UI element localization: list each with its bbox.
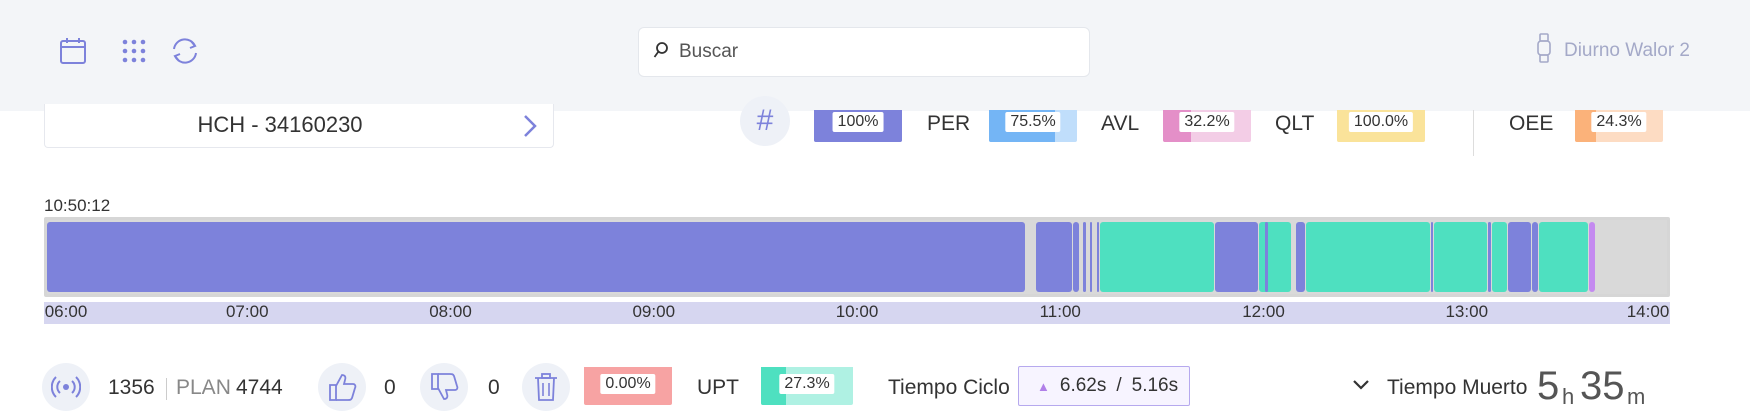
produced-count: 1356 — [108, 376, 155, 399]
dead-time-label: Tiempo Muerto — [1387, 376, 1528, 399]
plan-count: 4744 — [236, 376, 283, 399]
metric-label-per: PER — [927, 112, 971, 135]
timeline-start-time: 10:50:12 — [44, 196, 111, 215]
timeline-segment-run[interactable] — [1265, 222, 1268, 292]
dead-time-hours-unit: h — [1562, 384, 1575, 409]
timeline-segment-idle[interactable] — [1258, 222, 1292, 292]
metric-label-qlt: QLT — [1275, 112, 1315, 135]
timeline-segment-run[interactable] — [1035, 222, 1072, 292]
user-menu[interactable]: Diurno Walor 2 — [1536, 33, 1690, 69]
metric-pill-qlt: 100.0% — [1337, 110, 1425, 142]
metric-value: 32.2% — [1179, 112, 1235, 132]
metric-value: 75.5% — [1005, 112, 1061, 132]
timeline-tick-label: 11:00 — [1039, 302, 1081, 321]
timeline-segment-idle[interactable] — [1434, 222, 1488, 292]
dead-time-hours: 5 — [1537, 364, 1560, 408]
machine-name: HCH - 34160230 — [197, 112, 363, 137]
cycle-time-label: Tiempo Ciclo — [888, 376, 1010, 399]
timeline-segment-run[interactable] — [1430, 222, 1434, 292]
divider — [166, 378, 167, 400]
timeline-tick-label: 09:00 — [632, 302, 676, 321]
chevron-down-icon[interactable] — [1352, 378, 1370, 397]
bad-count: 0 — [488, 376, 500, 399]
timeline-segment-run[interactable] — [1096, 222, 1099, 292]
dead-time-minutes: 35 — [1580, 364, 1625, 408]
metric-value: 24.3% — [1591, 112, 1647, 132]
refresh-icon[interactable] — [168, 34, 202, 68]
chevron-right-icon[interactable] — [517, 112, 541, 140]
metric-pill-per: 75.5% — [989, 110, 1077, 142]
timeline-segment-idle[interactable] — [1538, 222, 1589, 292]
scrap-value: 0.00% — [600, 374, 656, 394]
metric-label-avl: AVL — [1101, 112, 1140, 135]
timeline-segment-run[interactable] — [1089, 222, 1093, 292]
good-count: 0 — [384, 376, 396, 399]
timeline-tick-label: 10:00 — [835, 302, 879, 321]
search-box[interactable] — [638, 27, 1090, 77]
user-label: Diurno Walor 2 — [1563, 40, 1690, 61]
signal-icon[interactable] — [42, 363, 90, 411]
timeline-tick-label: 06:00 — [44, 302, 88, 321]
metric-label-oee: OEE — [1509, 112, 1554, 135]
metric-value: 100.0% — [1348, 112, 1414, 132]
trash-icon[interactable] — [522, 363, 570, 411]
upt-value: 27.3% — [779, 374, 835, 394]
cycle-separator: / — [1116, 375, 1122, 396]
timeline-tick-label: 12:00 — [1242, 302, 1285, 321]
search-icon — [653, 41, 669, 64]
top-bar: Diurno Walor 2 — [0, 0, 1750, 111]
timeline-segment-run[interactable] — [1532, 222, 1538, 292]
triangle-up-icon: ▲ — [1037, 378, 1050, 394]
timeline-segment-run[interactable] — [1295, 222, 1305, 292]
production-timeline[interactable] — [44, 217, 1670, 297]
upt-label: UPT — [697, 376, 739, 399]
timeline-segment-run[interactable] — [1488, 222, 1491, 292]
calendar-icon[interactable] — [56, 34, 90, 68]
timeline-segment-idle[interactable] — [1491, 222, 1508, 292]
timeline-segment-other[interactable] — [1589, 222, 1596, 292]
timeline-segment-run[interactable] — [1508, 222, 1531, 292]
metric-pill-availability-total: 100% — [814, 110, 902, 142]
divider — [1473, 110, 1474, 156]
timeline-tick-label: 14:00 — [1626, 302, 1670, 321]
thumbs-down-icon[interactable] — [420, 363, 468, 411]
thumbs-up-icon[interactable] — [318, 363, 366, 411]
timeline-segment-run[interactable] — [1083, 222, 1086, 292]
timeline-segment-run[interactable] — [1214, 222, 1258, 292]
cycle-target: 5.16s — [1131, 375, 1179, 396]
plan-label: PLAN — [176, 376, 231, 399]
watch-icon — [1536, 33, 1552, 69]
metric-pill-avl: 32.2% — [1163, 110, 1251, 142]
timeline-segment-idle[interactable] — [1100, 222, 1214, 292]
timeline-segment-run[interactable] — [1073, 222, 1079, 292]
cycle-actual: 6.62s — [1059, 375, 1107, 396]
metric-pill-oee: 24.3% — [1575, 110, 1663, 142]
timeline-tick-label: 13:00 — [1445, 302, 1489, 321]
cycle-time-box: ▲ 6.62s / 5.16s — [1018, 366, 1190, 406]
scrap-pill: 0.00% — [584, 367, 672, 405]
timeline-tick-label: 08:00 — [429, 302, 472, 321]
search-input[interactable] — [679, 41, 1059, 63]
timeline-segment-run[interactable] — [47, 222, 1025, 292]
hash-icon[interactable]: # — [740, 96, 790, 146]
dead-time-minutes-unit: m — [1627, 384, 1646, 409]
metric-value: 100% — [832, 112, 884, 132]
upt-pill: 27.3% — [761, 367, 853, 405]
timeline-segment-idle[interactable] — [1305, 222, 1430, 292]
grid-icon[interactable] — [117, 34, 151, 68]
timeline-tick-label: 07:00 — [225, 302, 269, 321]
machine-selector[interactable]: HCH - 34160230 — [44, 104, 554, 148]
